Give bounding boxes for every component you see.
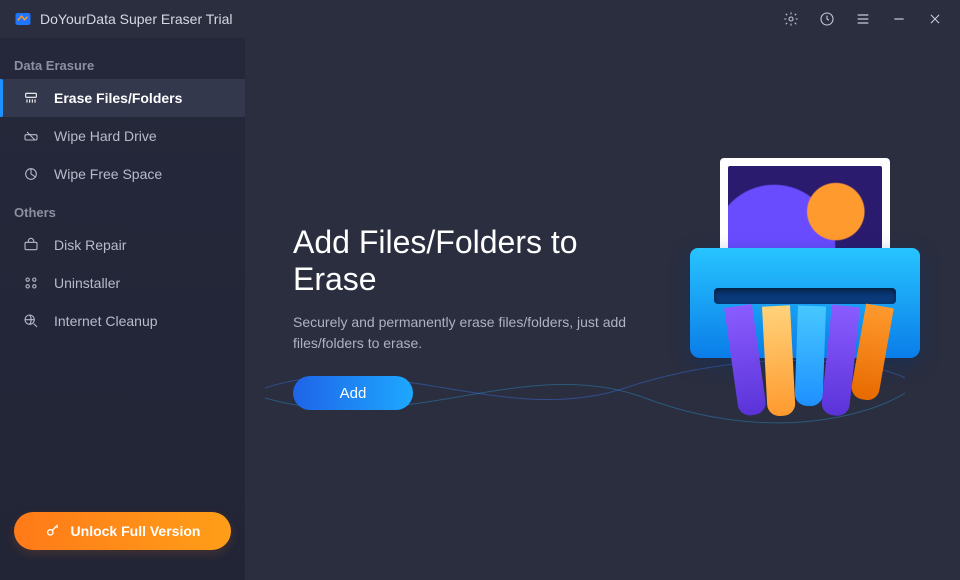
hero-section: Add Files/Folders to Erase Securely and … bbox=[293, 224, 660, 410]
unlock-label: Unlock Full Version bbox=[71, 523, 201, 539]
app-title: DoYourData Super Eraser Trial bbox=[40, 11, 232, 27]
sidebar-item-label: Erase Files/Folders bbox=[54, 90, 182, 106]
sidebar-item-uninstaller[interactable]: Uninstaller bbox=[0, 264, 245, 302]
unlock-full-version-button[interactable]: Unlock Full Version bbox=[14, 512, 231, 550]
sidebar-item-label: Wipe Hard Drive bbox=[54, 128, 157, 144]
sidebar-item-label: Uninstaller bbox=[54, 275, 120, 291]
close-icon[interactable] bbox=[924, 8, 946, 30]
sidebar-item-wipe-hard-drive[interactable]: Wipe Hard Drive bbox=[0, 117, 245, 155]
key-icon bbox=[45, 523, 61, 539]
window-controls bbox=[780, 8, 946, 30]
sidebar-section-data-erasure: Data Erasure bbox=[0, 46, 245, 79]
illustration-slot bbox=[714, 288, 896, 304]
globe-broom-icon bbox=[22, 312, 40, 330]
illustration-shred bbox=[762, 305, 796, 416]
sidebar: Data Erasure Erase Files/Folders Wipe Ha… bbox=[0, 38, 245, 580]
sidebar-item-label: Disk Repair bbox=[54, 237, 126, 253]
drive-erase-icon bbox=[22, 127, 40, 145]
page-title: Add Files/Folders to Erase bbox=[293, 224, 660, 298]
illustration-shred bbox=[795, 306, 826, 407]
shredder-icon bbox=[22, 89, 40, 107]
minimize-icon[interactable] bbox=[888, 8, 910, 30]
sidebar-item-label: Internet Cleanup bbox=[54, 313, 158, 329]
clock-icon[interactable] bbox=[816, 8, 838, 30]
sidebar-item-internet-cleanup[interactable]: Internet Cleanup bbox=[0, 302, 245, 340]
app-logo-icon bbox=[14, 10, 32, 28]
main-panel: Add Files/Folders to Erase Securely and … bbox=[245, 38, 960, 580]
sidebar-item-disk-repair[interactable]: Disk Repair bbox=[0, 226, 245, 264]
grid-icon bbox=[22, 274, 40, 292]
sidebar-item-label: Wipe Free Space bbox=[54, 166, 162, 182]
titlebar: DoYourData Super Eraser Trial bbox=[0, 0, 960, 38]
add-button-label: Add bbox=[340, 385, 367, 402]
sidebar-section-others: Others bbox=[0, 193, 245, 226]
gear-icon[interactable] bbox=[780, 8, 802, 30]
sidebar-item-erase-files[interactable]: Erase Files/Folders bbox=[0, 79, 245, 117]
pie-icon bbox=[22, 165, 40, 183]
shredder-illustration bbox=[680, 158, 930, 418]
sidebar-item-wipe-free-space[interactable]: Wipe Free Space bbox=[0, 155, 245, 193]
page-description: Securely and permanently erase files/fol… bbox=[293, 312, 660, 354]
menu-icon[interactable] bbox=[852, 8, 874, 30]
add-button[interactable]: Add bbox=[293, 376, 413, 410]
toolbox-icon bbox=[22, 236, 40, 254]
